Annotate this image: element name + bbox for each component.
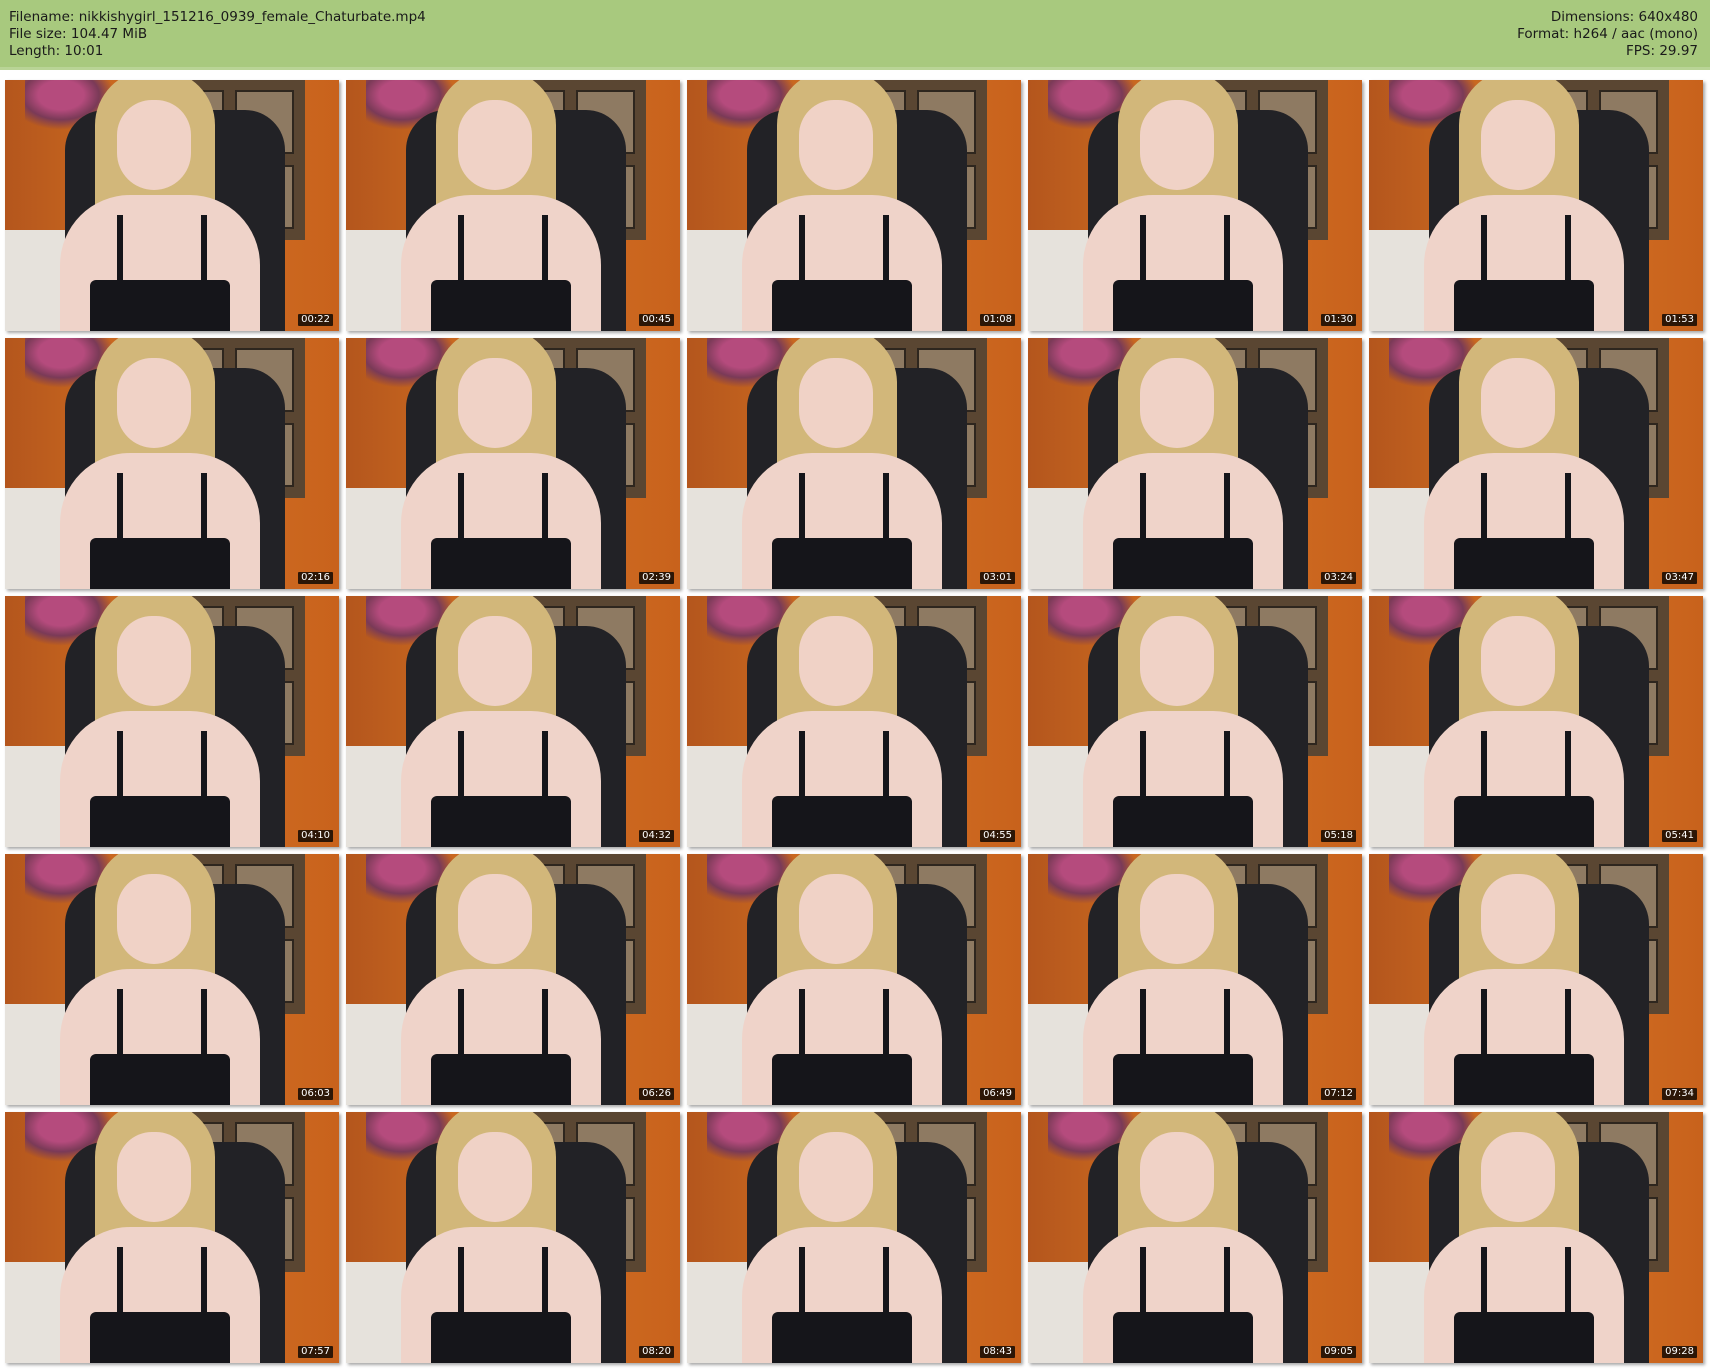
file-info: Filename: nikkishygirl_151216_0939_femal… (9, 9, 426, 60)
video-frame-image (5, 338, 339, 589)
header-divider (0, 67, 1710, 70)
video-frame-image (1369, 338, 1703, 589)
thumbnail-timestamp: 05:41 (1662, 830, 1697, 842)
thumbnail-timestamp: 04:32 (639, 830, 674, 842)
thumbnail-timestamp: 05:18 (1321, 830, 1356, 842)
video-thumbnail[interactable]: 09:28 (1369, 1112, 1703, 1363)
thumbnail-timestamp: 07:34 (1662, 1088, 1697, 1100)
video-thumbnail[interactable]: 03:01 (687, 338, 1021, 589)
thumbnail-timestamp: 01:08 (980, 314, 1015, 326)
video-thumbnail[interactable]: 00:22 (5, 80, 339, 331)
video-thumbnail[interactable]: 07:34 (1369, 854, 1703, 1105)
thumbnail-timestamp: 01:30 (1321, 314, 1356, 326)
video-frame-image (346, 1112, 680, 1363)
thumbnail-timestamp: 00:22 (298, 314, 333, 326)
length-label: Length: 10:01 (9, 43, 104, 59)
video-thumbnail[interactable]: 07:57 (5, 1112, 339, 1363)
thumbnail-timestamp: 09:05 (1321, 1346, 1356, 1358)
thumbnail-timestamp: 09:28 (1662, 1346, 1697, 1358)
thumbnail-timestamp: 02:16 (298, 572, 333, 584)
media-info: Dimensions: 640x480 Format: h264 / aac (… (1517, 9, 1698, 60)
thumbnail-timestamp: 03:24 (1321, 572, 1356, 584)
video-frame-image (346, 854, 680, 1105)
thumbnail-timestamp: 07:12 (1321, 1088, 1356, 1100)
thumbnail-timestamp: 07:57 (298, 1346, 333, 1358)
video-thumbnail[interactable]: 03:47 (1369, 338, 1703, 589)
video-frame-image (1028, 80, 1362, 331)
video-frame-image (5, 1112, 339, 1363)
video-frame-image (1028, 596, 1362, 847)
thumbnail-timestamp: 03:47 (1662, 572, 1697, 584)
video-frame-image (346, 596, 680, 847)
filename-label: Filename: nikkishygirl_151216_0939_femal… (9, 9, 426, 25)
thumbnail-grid: 00:22 00:45 01:08 01:30 01:53 02:16 02:39 03:01… (5, 80, 1703, 1363)
thumbnail-timestamp: 01:53 (1662, 314, 1697, 326)
video-frame-image (1028, 1112, 1362, 1363)
video-thumbnail[interactable]: 04:55 (687, 596, 1021, 847)
thumbnail-timestamp: 06:49 (980, 1088, 1015, 1100)
video-frame-image (687, 854, 1021, 1105)
video-thumbnail[interactable]: 08:43 (687, 1112, 1021, 1363)
video-frame-image (687, 596, 1021, 847)
thumbnail-timestamp: 03:01 (980, 572, 1015, 584)
video-frame-image (1369, 596, 1703, 847)
video-thumbnail[interactable]: 04:32 (346, 596, 680, 847)
fps-label: FPS: 29.97 (1626, 43, 1698, 59)
info-header: Filename: nikkishygirl_151216_0939_femal… (0, 0, 1710, 70)
video-frame-image (687, 338, 1021, 589)
video-thumbnail[interactable]: 01:08 (687, 80, 1021, 331)
video-frame-image (5, 596, 339, 847)
thumbnail-timestamp: 04:10 (298, 830, 333, 842)
thumbnail-timestamp: 04:55 (980, 830, 1015, 842)
video-frame-image (5, 80, 339, 331)
thumbnail-timestamp: 06:03 (298, 1088, 333, 1100)
video-thumbnail[interactable]: 07:12 (1028, 854, 1362, 1105)
video-thumbnail[interactable]: 05:18 (1028, 596, 1362, 847)
video-frame-image (687, 1112, 1021, 1363)
video-frame-image (346, 338, 680, 589)
video-frame-image (1369, 854, 1703, 1105)
video-thumbnail[interactable]: 01:53 (1369, 80, 1703, 331)
video-thumbnail[interactable]: 03:24 (1028, 338, 1362, 589)
thumbnail-timestamp: 06:26 (639, 1088, 674, 1100)
video-thumbnail[interactable]: 09:05 (1028, 1112, 1362, 1363)
thumbnail-timestamp: 02:39 (639, 572, 674, 584)
video-thumbnail[interactable]: 04:10 (5, 596, 339, 847)
thumbnail-timestamp: 08:43 (980, 1346, 1015, 1358)
video-frame-image (346, 80, 680, 331)
video-frame-image (1369, 1112, 1703, 1363)
video-thumbnail[interactable]: 05:41 (1369, 596, 1703, 847)
format-label: Format: h264 / aac (mono) (1517, 26, 1698, 42)
video-thumbnail[interactable]: 00:45 (346, 80, 680, 331)
video-thumbnail[interactable]: 08:20 (346, 1112, 680, 1363)
video-thumbnail[interactable]: 06:26 (346, 854, 680, 1105)
video-frame-image (1028, 854, 1362, 1105)
video-frame-image (1369, 80, 1703, 331)
video-thumbnail[interactable]: 01:30 (1028, 80, 1362, 331)
thumbnail-timestamp: 00:45 (639, 314, 674, 326)
dimensions-label: Dimensions: 640x480 (1550, 9, 1698, 25)
video-frame-image (1028, 338, 1362, 589)
video-thumbnail[interactable]: 06:03 (5, 854, 339, 1105)
video-frame-image (687, 80, 1021, 331)
thumbnail-timestamp: 08:20 (639, 1346, 674, 1358)
video-frame-image (5, 854, 339, 1105)
video-thumbnail[interactable]: 02:39 (346, 338, 680, 589)
video-thumbnail[interactable]: 06:49 (687, 854, 1021, 1105)
filesize-label: File size: 104.47 MiB (9, 26, 148, 42)
video-thumbnail[interactable]: 02:16 (5, 338, 339, 589)
